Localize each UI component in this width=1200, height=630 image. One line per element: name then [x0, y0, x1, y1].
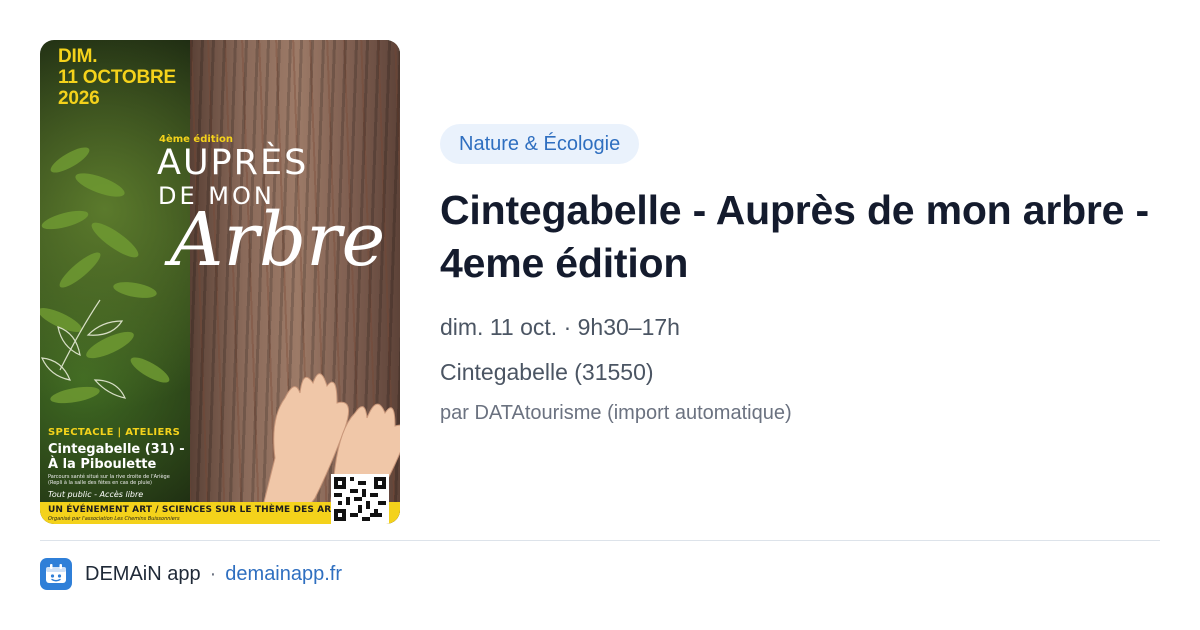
event-title[interactable]: Cintegabelle - Auprès de mon arbre - 4em…	[440, 184, 1170, 290]
poster-banner-main: UN ÉVÉNEMENT ART / SCIENCES SUR LE THÈME…	[48, 505, 359, 515]
category-badge[interactable]: Nature & Écologie	[440, 124, 640, 164]
poster-activities: SPECTACLE | ATELIERS	[48, 427, 181, 438]
poster-banner-sub: Organisé par l'association Les Chemins B…	[48, 516, 180, 522]
demain-app-logo-icon	[40, 558, 72, 590]
poster-audience: Tout public - Accès libre	[48, 490, 144, 499]
footer: DEMAiN app · demainapp.fr	[40, 557, 342, 591]
footer-divider	[40, 540, 1160, 541]
poster-title-line1: AUPRÈS	[157, 143, 309, 183]
event-date-time: dim. 11 oct. · 9h30–17h	[440, 314, 680, 340]
event-location: Cintegabelle (31550)	[440, 359, 654, 385]
poster-title-script: Arbre	[170, 197, 386, 283]
app-name: DEMAiN app	[85, 562, 201, 585]
app-domain-link[interactable]: demainapp.fr	[225, 563, 342, 586]
event-poster-image[interactable]: DIM. 11 OCTOBRE 2026 4ème édition AUPRÈS…	[40, 40, 400, 524]
footer-separator: ·	[209, 562, 217, 585]
poster-date: DIM. 11 OCTOBRE 2026	[58, 46, 177, 109]
poster-place: Cintegabelle (31) - À la Piboulette	[48, 442, 185, 472]
event-source: par DATAtourisme (import automatique)	[440, 402, 792, 424]
poster-small-print: Parcours santé situé sur la rive droite …	[48, 474, 170, 486]
qr-code-icon	[331, 474, 389, 524]
